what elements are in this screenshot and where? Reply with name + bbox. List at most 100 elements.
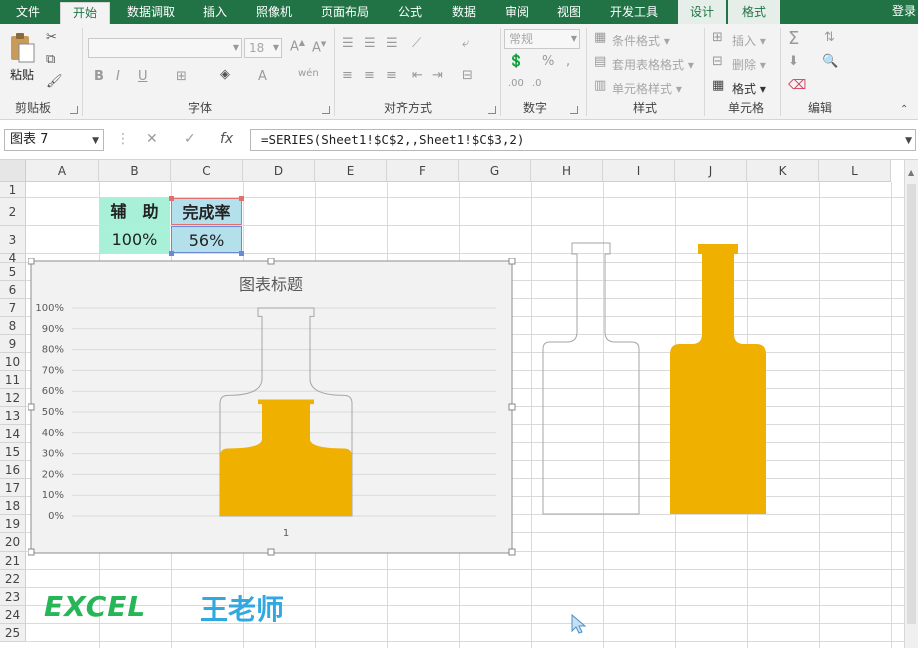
row-header-10[interactable]: 10 [0, 353, 26, 371]
table-format-button[interactable]: 套用表格格式 ▾ [612, 56, 694, 73]
column-header-k[interactable]: K [747, 160, 819, 182]
format-cells-button[interactable]: 格式 ▾ [732, 80, 766, 97]
name-box[interactable]: 图表 7 ▼ [4, 129, 104, 151]
bottle-outline-shape[interactable] [540, 240, 644, 518]
row-header-12[interactable]: 12 [0, 389, 26, 407]
tab-developer[interactable]: 开发工具 [598, 0, 670, 24]
align-bottom-icon[interactable]: ☰ [386, 36, 398, 51]
merge-center-icon[interactable]: ⊟ [462, 68, 473, 83]
wrap-text-icon[interactable]: ⤶ [462, 36, 469, 51]
column-header-f[interactable]: F [387, 160, 459, 182]
row-header-14[interactable]: 14 [0, 425, 26, 443]
column-header-i[interactable]: I [603, 160, 675, 182]
tab-data[interactable]: 数据 [440, 0, 488, 24]
format-painter-icon[interactable]: 🖌 [46, 74, 63, 89]
conditional-format-button[interactable]: 条件格式 ▾ [612, 32, 670, 49]
tab-view[interactable]: 视图 [546, 0, 592, 24]
align-top-icon[interactable]: ☰ [342, 36, 354, 51]
column-header-l[interactable]: L [819, 160, 891, 182]
scrollbar-thumb[interactable] [907, 184, 916, 624]
chart-title[interactable]: 图表标题 [239, 275, 303, 294]
orientation-icon[interactable]: ⟋ [412, 36, 421, 51]
column-header-a[interactable]: A [26, 160, 99, 182]
enter-icon[interactable]: ✓ [184, 131, 196, 147]
row-header-24[interactable]: 24 [0, 606, 26, 624]
font-launcher-icon[interactable] [322, 106, 330, 114]
number-format-combo[interactable]: 常规 ▼ [504, 29, 580, 49]
copy-icon[interactable]: ⧉ [46, 52, 55, 67]
tab-file[interactable]: 文件 [0, 0, 56, 24]
fill-color-icon[interactable]: ◈ [220, 67, 230, 82]
tab-review[interactable]: 审阅 [494, 0, 540, 24]
increase-indent-icon[interactable]: ⇥ [432, 68, 443, 83]
insert-function-icon[interactable]: fx [220, 131, 233, 147]
row-header-6[interactable]: 6 [0, 281, 26, 299]
chart[interactable]: 图表标题 0% 10% 20% 30% 40% 50% 60% 70% 80% 90% 100% 1 [28, 258, 516, 556]
underline-icon[interactable]: U [138, 69, 148, 84]
row-header-23[interactable]: 23 [0, 588, 26, 606]
increase-decimal-icon[interactable]: .00 [508, 78, 524, 89]
tab-chart-format[interactable]: 格式 [728, 0, 780, 24]
row-header-11[interactable]: 11 [0, 371, 26, 389]
tab-camera[interactable]: 照像机 [244, 0, 304, 24]
find-select-icon[interactable]: 🔍 [822, 54, 838, 69]
formula-input[interactable]: =SERIES(Sheet1!$C$2,,Sheet1!$C$3,2) ▼ [250, 129, 916, 151]
shrink-font-icon[interactable]: A▼ [312, 40, 326, 55]
scroll-up-icon[interactable]: ▲ [908, 168, 914, 177]
column-header-d[interactable]: D [243, 160, 315, 182]
grow-font-icon[interactable]: A▲ [290, 38, 305, 54]
tab-home[interactable]: 开始 [60, 2, 110, 24]
range-handle[interactable] [239, 196, 244, 201]
align-left-icon[interactable]: ≡ [342, 68, 353, 83]
select-all-corner[interactable] [0, 160, 26, 182]
autosum-icon[interactable]: Σ [788, 28, 799, 49]
login-link[interactable]: 登录 [890, 0, 918, 24]
row-header-9[interactable]: 9 [0, 335, 26, 353]
bold-icon[interactable]: B [94, 69, 104, 84]
fill-icon[interactable]: ⬇ [788, 54, 799, 69]
row-header-17[interactable]: 17 [0, 479, 26, 497]
worksheet-grid[interactable]: ABCDEFGHIJKL 1 2 3 4 5 6 7 8 9 10 11 12 13 14 15 16 17 18… [0, 160, 918, 648]
align-right-icon[interactable]: ≡ [386, 68, 397, 83]
column-header-c[interactable]: C [171, 160, 243, 182]
tab-chart-design[interactable]: 设计 [678, 0, 726, 24]
percent-icon[interactable]: % [542, 54, 554, 69]
clear-icon[interactable]: ⌫ [788, 78, 806, 93]
comma-icon[interactable]: , [566, 54, 570, 69]
row-header-3[interactable]: 3 [0, 226, 26, 254]
cell-styles-button[interactable]: 单元格样式 ▾ [612, 80, 682, 97]
column-header-b[interactable]: B [99, 160, 171, 182]
row-header-1[interactable]: 1 [0, 182, 26, 198]
row-header-15[interactable]: 15 [0, 443, 26, 461]
row-header-22[interactable]: 22 [0, 570, 26, 588]
paste-icon[interactable] [8, 32, 36, 64]
row-header-13[interactable]: 13 [0, 407, 26, 425]
font-size-combo[interactable]: 18 ▼ [244, 38, 282, 58]
range-handle[interactable] [169, 196, 174, 201]
decrease-decimal-icon[interactable]: .0 [532, 78, 542, 89]
row-header-18[interactable]: 18 [0, 497, 26, 515]
range-handle[interactable] [239, 251, 244, 256]
bottle-filled-shape[interactable] [668, 242, 768, 518]
column-header-j[interactable]: J [675, 160, 747, 182]
clipboard-launcher-icon[interactable] [70, 106, 78, 114]
row-header-21[interactable]: 21 [0, 552, 26, 570]
decrease-indent-icon[interactable]: ⇤ [412, 68, 423, 83]
tab-insert[interactable]: 插入 [192, 0, 238, 24]
row-header-20[interactable]: 20 [0, 533, 26, 552]
tab-formulas[interactable]: 公式 [386, 0, 434, 24]
row-header-16[interactable]: 16 [0, 461, 26, 479]
align-middle-icon[interactable]: ☰ [364, 36, 376, 51]
cancel-icon[interactable]: ✕ [146, 131, 158, 147]
number-launcher-icon[interactable] [570, 106, 578, 114]
collapse-ribbon-icon[interactable]: ⌃ [900, 104, 908, 115]
phonetic-icon[interactable]: wén [298, 68, 319, 79]
column-header-h[interactable]: H [531, 160, 603, 182]
cell-b3[interactable]: 100% [99, 226, 170, 253]
border-icon[interactable]: ⊞ [176, 69, 187, 84]
vertical-scrollbar[interactable]: ▲ [904, 160, 918, 648]
alignment-launcher-icon[interactable] [488, 106, 496, 114]
insert-cells-button[interactable]: 插入 ▾ [732, 32, 766, 49]
row-header-25[interactable]: 25 [0, 624, 26, 642]
row-header-2[interactable]: 2 [0, 198, 26, 226]
